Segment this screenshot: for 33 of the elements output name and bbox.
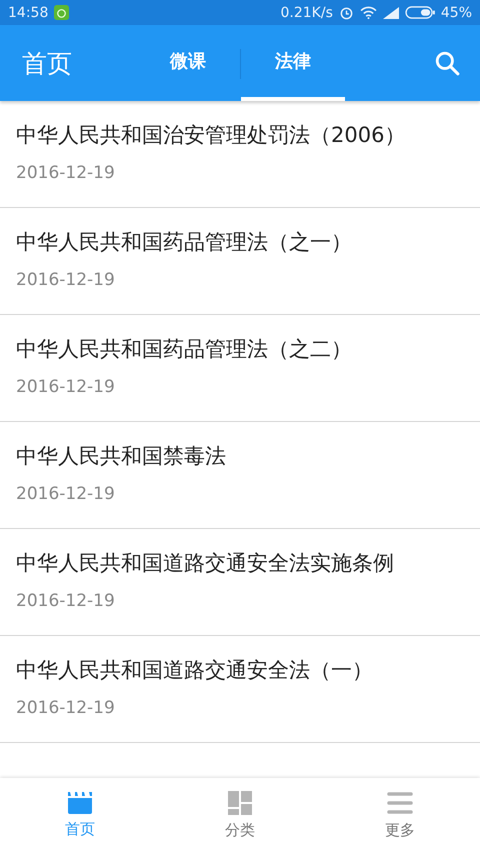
law-title: 中华人民共和国治安管理处罚法（2006） [16,122,406,149]
law-title: 中华人民共和国药品管理法（之一） [16,229,353,256]
publish-date: 2016-12-19 [16,270,116,290]
publish-date: 2016-12-19 [16,484,116,504]
law-title: 中华人民共和国道路交通安全法（一） [16,657,374,684]
publish-date: 2016-12-19 [16,698,116,718]
law-list-item[interactable]: 中华人民共和国药品管理法（之二） 2016-12-19 [0,315,480,422]
clapperboard-icon [66,792,94,814]
publish-date: 2016-12-19 [16,163,116,183]
signal-icon [382,6,399,18]
law-title: 中华人民共和国道路交通安全法实施条例 [16,550,395,577]
law-list-item[interactable]: 中华人民共和国药品管理法（之一） 2016-12-19 [0,208,480,315]
alarm-icon [338,5,354,20]
status-time: 14:58 [8,4,48,20]
law-list-item[interactable]: 中华人民共和国治安管理处罚法（2006） 2016-12-19 [0,101,480,208]
battery-icon [404,6,435,19]
page-title: 首页 [22,48,73,80]
nav-item[interactable]: 更多 [320,778,480,853]
wifi-icon [360,6,377,19]
network-speed: 0.21K/s [280,4,333,20]
grid-icon [228,791,252,815]
law-title: 中华人民共和国药品管理法（之二） [16,336,353,363]
battery-percent: 45% [440,4,472,20]
menu-icon [387,791,413,815]
nav-item[interactable]: 分类 [160,778,320,853]
app-notification-icon [54,5,70,20]
law-list-item[interactable]: 中华人民共和国道路交通安全法（一） 2016-12-19 [0,636,480,743]
publish-date: 2016-12-19 [16,591,116,611]
publish-date: 2016-12-19 [16,377,116,397]
law-title: 中华人民共和国禁毒法 [16,443,227,470]
search-icon[interactable] [434,50,460,76]
law-list-item[interactable]: 中华人民共和国禁毒法 2016-12-19 [0,422,480,529]
law-list-item[interactable]: 中华人民共和国道路交通安全法实施条例 2016-12-19 [0,529,480,636]
